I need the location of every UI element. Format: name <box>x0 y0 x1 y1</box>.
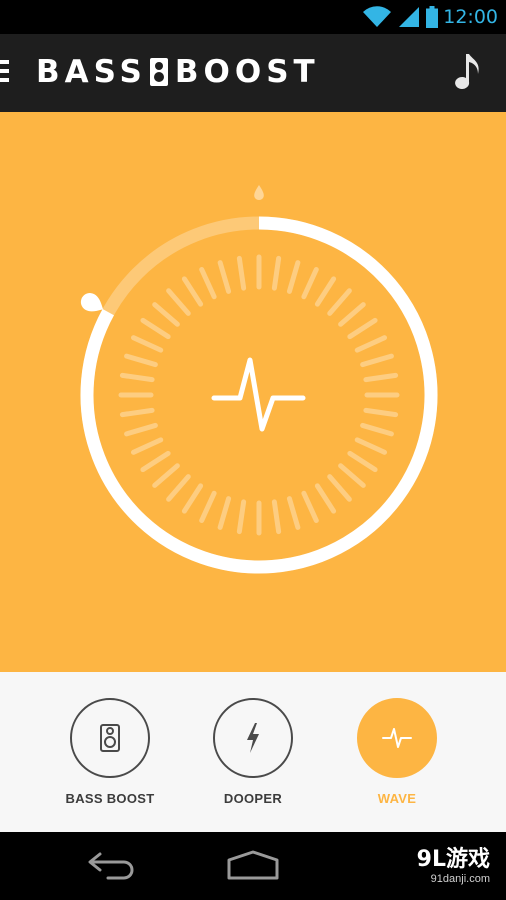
lightning-icon <box>247 723 259 753</box>
mode-bass-boost-label: BASS BOOST <box>65 791 155 806</box>
mode-dooper-button[interactable] <box>213 698 293 778</box>
dial-tick <box>314 483 337 514</box>
dial-tick <box>271 255 282 291</box>
dial-tick <box>327 288 352 316</box>
dial-tick <box>140 317 171 340</box>
back-button[interactable] <box>86 850 136 880</box>
dial-tick <box>363 407 399 418</box>
mode-dooper-label: DOOPER <box>223 791 283 806</box>
dial-tick <box>140 450 171 473</box>
dial-tick <box>119 372 155 383</box>
dial-tick <box>124 422 158 437</box>
status-icons <box>362 5 438 29</box>
watermark-brand: 9L游戏 <box>416 847 490 872</box>
mode-wave-button[interactable] <box>357 698 437 778</box>
app-title: BASS BOOST <box>36 52 320 92</box>
dial-ticks <box>118 254 400 536</box>
dial-tick <box>236 499 247 535</box>
app-bar: BASS BOOST <box>0 34 506 112</box>
dial-tick <box>338 302 366 327</box>
dial-tick <box>199 266 217 300</box>
dial-tick <box>360 353 394 368</box>
dial-tick <box>286 260 301 294</box>
home-button[interactable] <box>226 850 280 880</box>
mode-bass-boost[interactable]: BASS BOOST <box>50 698 170 806</box>
dial-tick <box>181 483 204 514</box>
bass-dial[interactable] <box>0 112 506 672</box>
dial-tick <box>360 422 394 437</box>
dial-tick <box>152 463 180 488</box>
dial-tick <box>314 276 337 307</box>
dial-tick <box>130 437 164 455</box>
dial-tick <box>327 474 352 502</box>
dial-panel <box>0 112 506 672</box>
status-bar: 12:00 <box>0 0 506 34</box>
dial-tick <box>217 260 232 294</box>
menu-icon[interactable] <box>0 60 10 86</box>
status-time: 12:00 <box>443 6 498 28</box>
dial-tick <box>301 490 319 524</box>
dial-tick <box>236 255 247 291</box>
dial-tick <box>363 372 399 383</box>
mode-bar: BASS BOOST DOOPER WAVE <box>0 672 506 832</box>
dial-tick <box>347 317 378 340</box>
dial-tick <box>130 335 164 353</box>
dial-tick <box>199 490 217 524</box>
pulse-wave-icon <box>382 728 412 748</box>
speaker-logo-icon <box>149 58 168 86</box>
dial-tick <box>286 496 301 530</box>
speaker-icon <box>100 724 120 752</box>
signal-icon <box>399 7 419 27</box>
dial-tick <box>181 276 204 307</box>
dial-tick <box>338 463 366 488</box>
dial-tick <box>347 450 378 473</box>
dial-tick <box>119 407 155 418</box>
app-title-right: BOOST <box>174 54 320 90</box>
watermark: 9L游戏 91danji.com <box>417 848 490 886</box>
app-title-left: BASS <box>36 54 147 90</box>
mode-bass-boost-button[interactable] <box>70 698 150 778</box>
dial-tick <box>166 474 191 502</box>
wifi-icon <box>363 6 391 27</box>
dial-tick <box>354 335 388 353</box>
music-note-icon[interactable] <box>454 52 482 92</box>
dial-tick <box>166 288 191 316</box>
watermark-site: 91danji.com <box>430 873 490 885</box>
mode-dooper[interactable]: DOOPER <box>193 698 313 806</box>
dial-tick <box>217 496 232 530</box>
dial-tick <box>354 437 388 455</box>
dial-top-marker <box>254 185 264 200</box>
mode-wave-label: WAVE <box>377 791 417 806</box>
dial-tick <box>124 353 158 368</box>
pulse-wave-icon <box>211 357 306 432</box>
battery-icon <box>426 6 438 28</box>
dial-tick <box>271 499 282 535</box>
dial-tick <box>301 266 319 300</box>
navigation-bar: 9L游戏 91danji.com <box>0 832 506 900</box>
mode-wave[interactable]: WAVE <box>337 698 457 806</box>
dial-tick <box>152 302 180 327</box>
